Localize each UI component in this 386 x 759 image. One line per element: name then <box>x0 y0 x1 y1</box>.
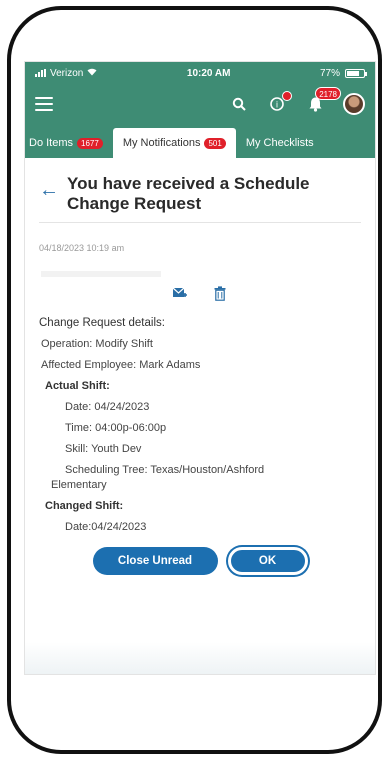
trash-icon[interactable] <box>210 283 230 303</box>
title-row: ← You have received a Schedule Change Re… <box>39 174 361 223</box>
notification-count-badge: 2178 <box>315 87 341 100</box>
changed-date-text: Date:04/24/2023 <box>65 521 147 533</box>
scheduling-tree-text: Scheduling Tree: Texas/Houston/Ashford <box>65 464 265 476</box>
status-bar: Verizon 10:20 AM 77% <box>25 62 375 84</box>
search-icon[interactable] <box>229 94 249 114</box>
mark-email-icon[interactable] <box>170 283 190 303</box>
carrier-label: Verizon <box>50 67 84 79</box>
actual-skill-text: Skill: Youth Dev <box>65 443 142 455</box>
notification-help-icon[interactable]: i <box>267 91 292 114</box>
battery-percent: 77% <box>319 67 340 79</box>
close-unread-button[interactable]: Close Unread <box>92 547 218 575</box>
svg-text:i: i <box>276 100 278 110</box>
menu-icon[interactable] <box>35 97 53 111</box>
operation-text: Operation: Modify Shift <box>41 338 153 350</box>
tab-bar: Do Items 1677 My Notifications 501 My Ch… <box>25 124 375 158</box>
notification-detail: ← You have received a Schedule Change Re… <box>25 158 375 575</box>
action-buttons: Close Unread OK <box>39 547 361 575</box>
page-title: You have received a Schedule Change Requ… <box>67 174 310 213</box>
tab-do-items[interactable]: Do Items 1677 <box>25 128 113 158</box>
tab-label: My Notifications <box>122 137 201 149</box>
actual-shift-heading: Actual Shift: <box>45 380 110 392</box>
ok-button[interactable]: OK <box>227 547 308 575</box>
app-screen: Verizon 10:20 AM 77% i 2178 Do Items 167… <box>25 62 375 674</box>
notification-timestamp: 04/18/2023 10:19 am <box>39 243 125 253</box>
screen-fade <box>25 642 375 674</box>
tab-label: My Checklists <box>245 137 314 149</box>
back-arrow-icon[interactable]: ← <box>39 180 59 200</box>
tab-label: Do Items <box>29 137 74 149</box>
details-heading: Change Request details: <box>39 317 165 329</box>
help-badge <box>282 91 292 101</box>
signal-icon <box>35 69 46 77</box>
tab-my-notifications[interactable]: My Notifications 501 <box>112 128 236 158</box>
actual-time-text: Time: 04:00p-06:00p <box>65 422 167 434</box>
tab-my-checklists[interactable]: My Checklists <box>236 128 324 158</box>
actual-date-text: Date: 04/24/2023 <box>65 401 150 413</box>
phone-frame: Verizon 10:20 AM 77% i 2178 Do Items 167… <box>7 6 382 754</box>
change-request-details: Change Request details: Operation: Modif… <box>39 317 361 533</box>
changed-shift-heading: Changed Shift: <box>45 500 124 512</box>
affected-employee-text: Affected Employee: Mark Adams <box>41 359 201 371</box>
tab-count: 1677 <box>77 137 103 149</box>
clock: 10:20 AM <box>186 67 231 79</box>
app-header: i 2178 <box>25 84 375 124</box>
tab-count: 501 <box>204 137 226 149</box>
action-icons <box>39 283 361 303</box>
wifi-icon <box>87 68 97 79</box>
avatar[interactable] <box>343 93 365 115</box>
bell-icon[interactable]: 2178 <box>305 87 341 114</box>
scheduling-tree-continued: Elementary <box>51 479 107 491</box>
battery-icon <box>344 68 367 78</box>
faded-subtext <box>41 271 161 277</box>
